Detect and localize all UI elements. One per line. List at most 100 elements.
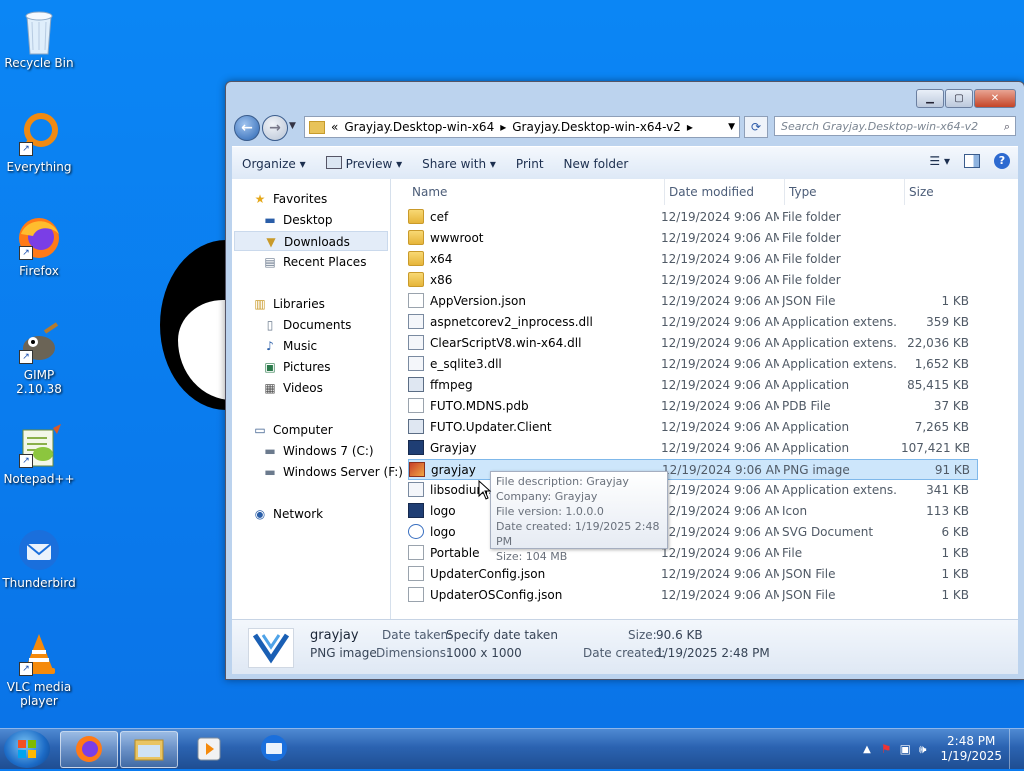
address-dropdown-icon[interactable]: ▼ — [728, 122, 735, 132]
nav-drive-f[interactable]: ▬ Windows Server (F:) — [262, 462, 403, 482]
file-row[interactable]: ClearScriptV8.win-x64.dll 12/19/2024 9:06… — [408, 333, 978, 354]
file-row[interactable]: cef 12/19/2024 9:06 AM File folder — [408, 207, 978, 228]
desktop-icon-recycle-bin[interactable]: Recycle Bin — [0, 8, 78, 70]
taskbar-firefox[interactable] — [60, 731, 118, 768]
file-name-cell: ffmpeg — [408, 375, 658, 396]
folder-file-icon — [408, 230, 424, 245]
file-size: 1,652 KB — [914, 357, 969, 371]
taskbar: ▲ ⚑ ▣ 🕪 2:48 PM 1/19/2025 — [0, 728, 1024, 769]
show-desktop-button[interactable] — [1009, 729, 1024, 769]
file-size: 22,036 KB — [907, 336, 969, 350]
date-created-label: Date created: — [583, 646, 666, 660]
file-date: 12/19/2024 9:06 AM — [661, 420, 779, 434]
nav-documents[interactable]: ▯ Documents — [262, 315, 352, 335]
nav-computer[interactable]: ▭ Computer — [252, 420, 332, 440]
search-input[interactable]: Search Grayjay.Desktop-win-x64-v2 ⌕ — [774, 116, 1016, 136]
file-size: 37 KB — [933, 399, 969, 413]
file-name: x64 — [430, 252, 453, 266]
breadcrumb-item[interactable]: Grayjay.Desktop-win-x64-v2 — [512, 120, 681, 134]
start-button[interactable] — [4, 730, 50, 768]
address-bar[interactable]: « Grayjay.Desktop-win-x64 ▸ Grayjay.Desk… — [304, 116, 740, 138]
file-date: 12/19/2024 9:06 AM — [661, 504, 779, 518]
nav-pictures[interactable]: ▣ Pictures — [262, 357, 330, 377]
organize-button[interactable]: Organize ▾ — [232, 157, 316, 171]
nav-music[interactable]: ♪ Music — [262, 336, 317, 356]
column-header-name[interactable]: Name — [408, 179, 665, 205]
nav-network[interactable]: ◉ Network — [252, 504, 323, 524]
file-type: File folder — [782, 231, 841, 245]
breadcrumb-item[interactable]: Grayjay.Desktop-win-x64 — [344, 120, 494, 134]
nav-recent-places[interactable]: ▤ Recent Places — [262, 252, 366, 272]
desktop-icon-thunderbird[interactable]: Thunderbird — [0, 528, 78, 590]
nav-drive-c[interactable]: ▬ Windows 7 (C:) — [262, 441, 373, 461]
desktop-icon-label: Recycle Bin — [4, 56, 74, 70]
desktop-icon-firefox[interactable]: ↗ Firefox — [0, 216, 78, 278]
doc-file-icon — [408, 587, 424, 602]
file-row[interactable]: Grayjay 12/19/2024 9:06 AM Application 107,… — [408, 438, 978, 459]
forward-button[interactable]: → — [262, 115, 288, 141]
show-hidden-icons[interactable]: ▲ — [863, 744, 871, 755]
taskbar-thunderbird[interactable] — [246, 731, 302, 766]
file-size: 91 KB — [934, 463, 970, 477]
nav-favorites[interactable]: ★ Favorites — [252, 189, 328, 209]
dll-file-icon — [408, 482, 424, 497]
explorer-icon — [134, 739, 164, 761]
nav-videos[interactable]: ▦ Videos — [262, 378, 323, 398]
file-row[interactable]: x86 12/19/2024 9:06 AM File folder — [408, 270, 978, 291]
file-row[interactable]: FUTO.MDNS.pdb 12/19/2024 9:06 AM PDB File 3… — [408, 396, 978, 417]
details-pane: grayjay PNG image Date taken: Specify da… — [232, 619, 1018, 674]
action-center-flag-icon[interactable]: ⚑ — [881, 742, 892, 756]
file-row[interactable]: UpdaterConfig.json 12/19/2024 9:06 AM JSON… — [408, 564, 978, 585]
file-row[interactable]: wwwroot 12/19/2024 9:06 AM File folder — [408, 228, 978, 249]
recent-pages-chevron-icon[interactable]: ▼ — [289, 121, 296, 131]
folder-icon — [309, 120, 325, 134]
tooltip-size: Size: 104 MB — [496, 550, 568, 563]
print-button[interactable]: Print — [506, 157, 554, 171]
taskbar-media-player[interactable] — [182, 731, 238, 766]
taskbar-explorer[interactable] — [120, 731, 178, 768]
file-row[interactable]: FUTO.Updater.Client 12/19/2024 9:06 AM App… — [408, 417, 978, 438]
breadcrumb-separator-icon[interactable]: ▸ — [500, 120, 506, 134]
search-icon[interactable]: ⌕ — [1004, 117, 1010, 137]
close-button[interactable]: ✕ — [974, 89, 1016, 108]
breadcrumb-separator-icon[interactable]: ▸ — [687, 120, 693, 134]
file-name: cef — [430, 210, 449, 224]
help-icon[interactable]: ? — [994, 153, 1010, 169]
file-row[interactable]: aspnetcorev2_inprocess.dll 12/19/2024 9:0… — [408, 312, 978, 333]
nav-libraries[interactable]: ▥ Libraries — [252, 294, 325, 314]
network-status-icon[interactable]: ▣ — [900, 742, 911, 756]
file-row[interactable]: UpdaterOSConfig.json 12/19/2024 9:06 AM JS… — [408, 585, 978, 606]
desktop-icon-label: Notepad++ — [3, 472, 75, 486]
share-with-button[interactable]: Share with ▾ — [412, 157, 506, 171]
desktop-icon-everything[interactable]: ↗ Everything — [0, 112, 78, 174]
file-date: 12/19/2024 9:06 AM — [661, 588, 779, 602]
preview-button[interactable]: Preview ▾ — [316, 156, 413, 171]
column-header-date-modified[interactable]: Date modified — [665, 179, 785, 205]
minimize-button[interactable]: ▁ — [916, 89, 944, 108]
preview-pane-icon[interactable] — [964, 154, 980, 168]
breadcrumb-overflow[interactable]: « — [331, 120, 338, 134]
clock[interactable]: 2:48 PM 1/19/2025 — [940, 734, 1002, 764]
desktop-icon-gimp[interactable]: ↗ GIMP 2.10.38 — [0, 320, 78, 396]
nav-downloads[interactable]: ▼ Downloads — [234, 231, 388, 251]
back-button[interactable]: ← — [234, 115, 260, 141]
recycle-bin-icon — [17, 8, 61, 55]
volume-icon[interactable]: 🕪 — [919, 742, 927, 757]
file-size: 1 KB — [941, 546, 969, 560]
file-row[interactable]: x64 12/19/2024 9:06 AM File folder — [408, 249, 978, 270]
column-header-size[interactable]: Size — [905, 179, 985, 205]
file-row[interactable]: ffmpeg 12/19/2024 9:06 AM Application 85,41… — [408, 375, 978, 396]
date-taken-value[interactable]: Specify date taken — [446, 628, 558, 642]
search-placeholder: Search Grayjay.Desktop-win-x64-v2 — [781, 120, 979, 133]
new-folder-button[interactable]: New folder — [554, 157, 639, 171]
file-name-cell: x64 — [408, 249, 658, 270]
maximize-button[interactable]: ▢ — [945, 89, 973, 108]
desktop-icon-notepadpp[interactable]: ↗ Notepad++ — [0, 424, 78, 486]
nav-desktop[interactable]: ▬ Desktop — [262, 210, 332, 230]
file-row[interactable]: AppVersion.json 12/19/2024 9:06 AM JSON Fi… — [408, 291, 978, 312]
column-header-type[interactable]: Type — [785, 179, 905, 205]
refresh-button[interactable]: ⟳ — [744, 116, 768, 138]
desktop-icon-vlc[interactable]: ↗ VLC media player — [0, 632, 78, 708]
change-view-icon[interactable]: ☰ ▾ — [929, 154, 950, 168]
file-row[interactable]: e_sqlite3.dll 12/19/2024 9:06 AM Applicati… — [408, 354, 978, 375]
